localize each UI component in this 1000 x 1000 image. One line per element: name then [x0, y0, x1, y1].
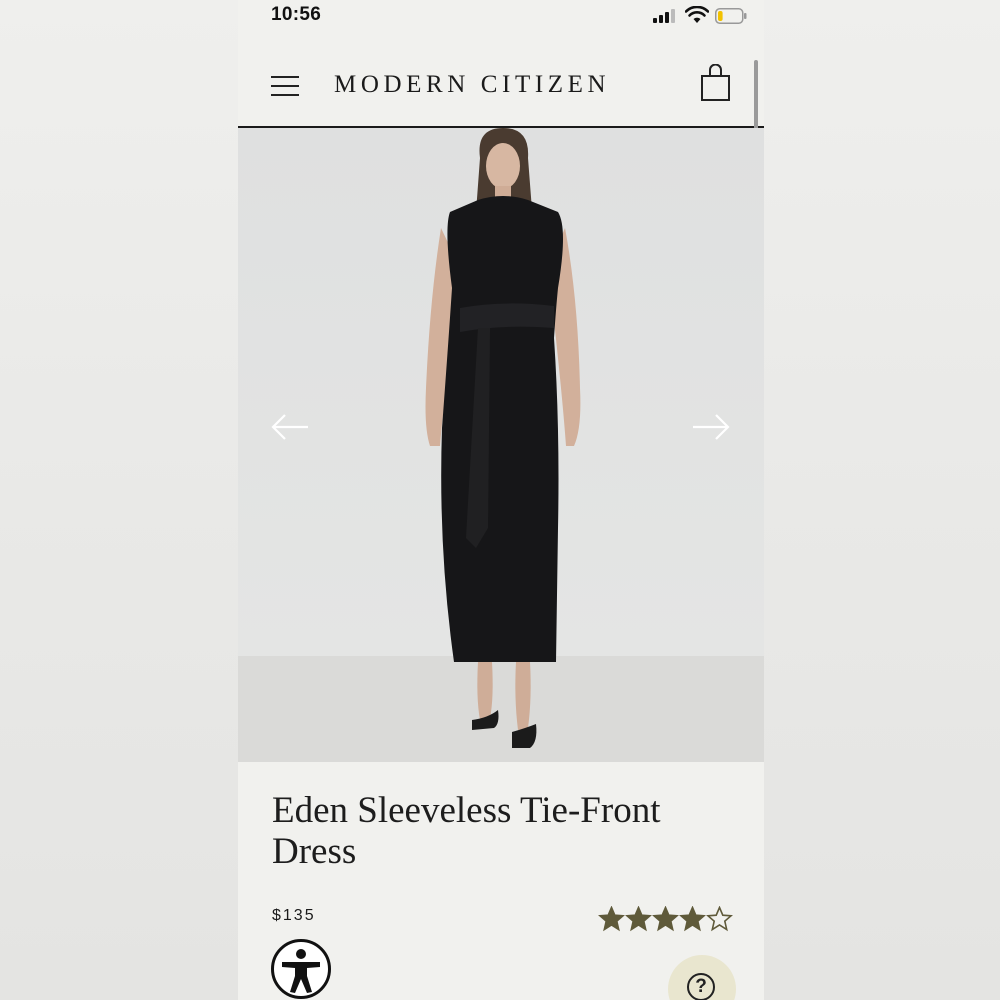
cellular-signal-icon — [653, 9, 675, 23]
shopping-bag-icon[interactable] — [700, 64, 732, 102]
product-price: $135 — [272, 907, 316, 924]
backdrop-left — [0, 0, 238, 1000]
star-filled-icon — [625, 906, 652, 932]
product-photo-model — [425, 128, 581, 748]
rating-stars[interactable] — [598, 906, 733, 932]
brand-logo[interactable]: MODERN CITIZEN — [334, 71, 610, 99]
backdrop-right — [764, 0, 1000, 1000]
arrow-right-icon[interactable] — [691, 412, 731, 442]
arrow-left-icon[interactable] — [270, 412, 310, 442]
star-filled-icon — [652, 906, 679, 932]
status-time: 10:56 — [271, 4, 322, 25]
accessibility-icon — [282, 949, 320, 993]
star-filled-icon — [679, 906, 706, 932]
status-bar: 10:56 — [238, 0, 764, 34]
phone-screen: 10:56 MODERN CITIZEN Eden Sleeveless Tie… — [238, 0, 764, 1000]
hamburger-menu-icon[interactable] — [271, 76, 301, 96]
product-title: Eden Sleeveless Tie-Front Dress — [272, 790, 661, 872]
battery-low-icon — [715, 8, 747, 24]
help-button[interactable]: ? — [668, 955, 736, 1000]
site-header: MODERN CITIZEN — [238, 34, 764, 128]
accessibility-button[interactable] — [271, 939, 331, 999]
star-empty-icon — [706, 906, 733, 932]
star-filled-icon — [598, 906, 625, 932]
help-icon: ? — [687, 973, 715, 1000]
wifi-icon — [685, 6, 709, 23]
product-image-gallery[interactable] — [238, 128, 764, 762]
